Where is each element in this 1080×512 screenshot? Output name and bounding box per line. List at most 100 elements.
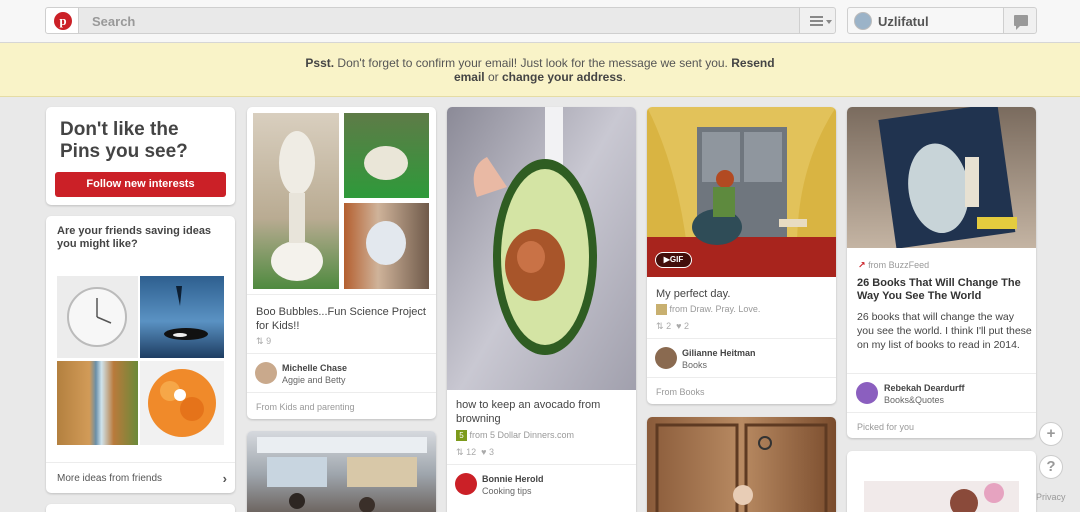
more-ideas-label: More ideas from friends <box>57 473 163 484</box>
whale-illustration <box>164 286 208 340</box>
pinterest-logo-icon: p <box>54 12 72 30</box>
pin-image-perfect-day[interactable]: ▶GIF <box>647 107 836 277</box>
trending-icon: ↗ <box>858 260 866 270</box>
add-pin-button[interactable]: + <box>1039 422 1063 446</box>
friend-pin-clock[interactable] <box>57 276 138 358</box>
pin-card-avocado[interactable]: how to keep an avocado from browning 5 f… <box>447 107 636 512</box>
pin-description: My perfect day. <box>656 288 731 300</box>
pin-image-books[interactable] <box>847 107 1036 248</box>
gif-label: GIF <box>669 255 684 264</box>
avatar[interactable] <box>856 382 878 404</box>
pin-image-bubbles[interactable] <box>253 113 339 289</box>
pin-card-flowers[interactable] <box>847 451 1036 512</box>
board-name[interactable]: Books <box>682 360 707 370</box>
pin-card-books[interactable]: ↗ from BuzzFeed 26 Books That Will Chang… <box>847 107 1036 438</box>
avocado-illustration <box>473 107 597 355</box>
divider <box>247 353 436 354</box>
friends-ideas-card: Are your friends saving ideas you might … <box>46 216 235 493</box>
help-button[interactable]: ? <box>1039 455 1063 479</box>
pinner-name[interactable]: Bonnie Herold <box>482 474 544 484</box>
classroom-illustration <box>257 437 427 512</box>
repin-value: 2 <box>666 321 672 331</box>
board-name[interactable]: Cooking tips <box>482 486 532 496</box>
message-icon <box>1014 15 1028 30</box>
pinner-name[interactable]: Gilianne Heitman <box>682 348 756 358</box>
pin-source-site[interactable]: ↗ from BuzzFeed <box>858 260 929 271</box>
banner-or: or <box>487 70 499 84</box>
like-value: 2 <box>683 321 689 331</box>
pin-description: Boo Bubbles...Fun Science Project for Ki… <box>256 306 426 332</box>
pin-card-classroom[interactable] <box>247 431 436 512</box>
book-stiff-illustration <box>878 107 1017 248</box>
dislike-card: Don't like the Pins you see? Follow new … <box>46 107 235 205</box>
source-site-label: from BuzzFeed <box>868 260 930 270</box>
pin-card-perfect-day[interactable]: ▶GIF My perfect day. from Draw. Pray. Lo… <box>647 107 836 404</box>
site-favicon-icon <box>656 304 667 316</box>
pin-image-flowers[interactable] <box>864 481 1019 512</box>
avatar[interactable] <box>455 473 477 495</box>
top-bar: p Search Uzlifatul <box>0 0 1080 43</box>
friend-pin-whale[interactable] <box>140 276 224 358</box>
pin-image-wedding[interactable] <box>647 417 836 512</box>
dislike-title: Don't like the Pins you see? <box>60 119 188 163</box>
pinner-name[interactable]: Michelle Chase <box>282 363 347 373</box>
pinner-name[interactable]: Rebekah Deardurff <box>884 383 965 393</box>
pin-image-bubble-hanging[interactable] <box>344 203 429 289</box>
divider <box>647 377 836 378</box>
dislike-title-line2: Pins you see? <box>60 141 188 162</box>
messages-button[interactable] <box>1003 7 1037 34</box>
avatar[interactable] <box>655 347 677 369</box>
avatar[interactable] <box>255 362 277 384</box>
profile-button[interactable]: Uzlifatul <box>847 7 1004 34</box>
pin-description: 26 books that will change the way you se… <box>857 311 1032 351</box>
pin-source-site[interactable]: from Draw. Pray. Love. <box>656 304 761 316</box>
more-ideas-link[interactable]: More ideas from friends › <box>57 471 227 486</box>
chevron-down-icon <box>826 20 832 24</box>
divider <box>447 464 636 465</box>
barn-door-illustration <box>655 423 828 512</box>
friend-pin-mango[interactable] <box>140 361 224 445</box>
divider <box>647 338 836 339</box>
pin-source-site[interactable]: 5 from 5 Dollar Dinners.com <box>456 430 574 442</box>
repin-count: ⇅ 9 <box>256 336 271 347</box>
repin-icon: ⇅ <box>456 447 464 457</box>
menu-button[interactable] <box>799 7 836 34</box>
pin-image-avocado[interactable] <box>447 107 636 390</box>
privacy-link[interactable]: Privacy <box>1036 492 1066 502</box>
pin-title: 26 Books That Will Change The Way You Se… <box>857 277 1021 302</box>
menu-icon <box>810 16 823 18</box>
friends-title: Are your friends saving ideas you might … <box>57 225 212 250</box>
hanging-bubble-illustration <box>366 221 406 265</box>
banner-prefix: Psst. <box>305 56 335 70</box>
divider <box>847 373 1036 374</box>
profile-name: Uzlifatul <box>878 14 929 29</box>
search-input[interactable]: Search <box>79 7 800 34</box>
change-address-link[interactable]: change your address <box>502 70 623 84</box>
divider <box>46 462 235 463</box>
gif-badge[interactable]: ▶GIF <box>655 252 692 268</box>
pin-image-bubble-small[interactable] <box>344 113 429 198</box>
banner-end: . <box>622 70 627 84</box>
divider <box>247 294 436 295</box>
repin-value: 12 <box>466 447 477 457</box>
follow-interests-button[interactable]: Follow new interests <box>55 172 226 197</box>
like-value: 3 <box>488 447 494 457</box>
friends-ideas-card-2 <box>46 504 235 512</box>
pin-image-classroom[interactable] <box>247 431 436 512</box>
repin-value: 9 <box>266 336 272 346</box>
pin-card-wedding[interactable] <box>647 417 836 512</box>
pin-card-bubbles[interactable]: Boo Bubbles...Fun Science Project for Ki… <box>247 107 436 419</box>
banner-text: Don't forget to confirm your email! Just… <box>337 56 728 70</box>
pin-description: how to keep an avocado from browning <box>456 399 601 425</box>
board-name[interactable]: Aggie and Betty <box>282 375 346 385</box>
source-site-label: from Draw. Pray. Love. <box>669 304 761 314</box>
site-favicon-icon: 5 <box>456 430 467 442</box>
pin-source[interactable]: From Books <box>656 387 705 397</box>
board-name[interactable]: Books&Quotes <box>884 395 944 405</box>
pin-stats: ⇅ 2 ♥ 2 <box>656 321 689 332</box>
heart-icon: ♥ <box>676 321 682 331</box>
friend-pin-waterfall[interactable] <box>57 361 138 445</box>
divider <box>247 392 436 393</box>
pinterest-logo-button[interactable]: p <box>45 7 79 34</box>
pin-source[interactable]: From Kids and parenting <box>256 402 355 412</box>
